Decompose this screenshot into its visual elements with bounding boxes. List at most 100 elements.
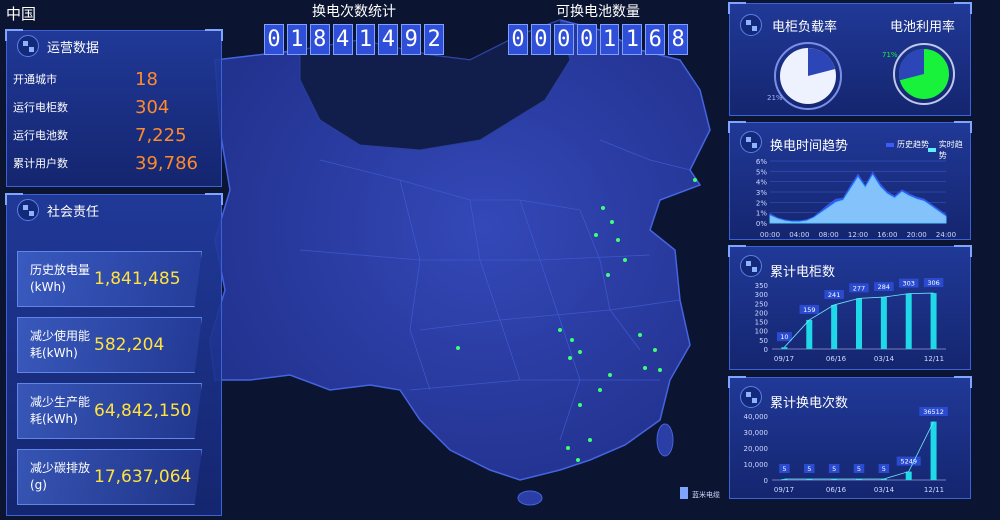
station-dot[interactable] [578,403,582,407]
cabinets-xtick: 12/11 [924,355,944,363]
cabinets-ytick: 50 [759,337,768,345]
map-taiwan [656,423,674,457]
cabinets-ytick: 250 [755,300,768,308]
station-dot[interactable] [623,258,627,262]
cabinets-bar[interactable] [831,304,838,349]
operations-row: 开通城市 18 [7,65,221,93]
station-dot[interactable] [578,350,582,354]
operations-row-label: 运行电池数 [13,129,68,142]
swaps-digit: 8 [309,24,330,55]
cabinets-ytick: 150 [755,319,768,327]
social-item-value: 582,204 [94,335,165,355]
social-item-label: 减少使用能耗(kWh) [30,329,91,360]
social-item-label: 减少生产能耗(kWh) [30,395,91,426]
cabinets-ytick: 200 [755,309,768,317]
swaps-digit: 9 [401,24,422,55]
cabinets-bar[interactable] [806,319,813,349]
operations-row: 运行电柜数 304 [7,93,221,121]
cabinets-data-label: 303 [903,280,915,288]
swaps-digit: 1 [355,24,376,55]
swaps-ytick: 10,000 [744,461,769,469]
cabinets-data-label: 306 [927,279,939,287]
trend-xtick: 16:00 [877,231,897,239]
station-dot[interactable] [616,238,620,242]
station-dot[interactable] [576,458,580,462]
trend-ytick: 4% [756,179,767,187]
swaps-data-label: 5249 [900,458,917,466]
swaps-digit: 4 [378,24,399,55]
swaps-bar[interactable] [905,471,912,480]
cabinets-bar[interactable] [781,347,788,349]
operations-row: 累计用户数 39,786 [7,149,221,177]
trend-panel: 换电时间趋势 历史趋势 实时趋势 6% 5% 4% 3% 2% 1% 0% 00:00 04:0… [728,121,972,240]
map-hainan [517,490,543,506]
cabinet-load-gauge[interactable] [774,42,842,110]
station-dot[interactable] [588,438,592,442]
trend-xtick: 08:00 [819,231,839,239]
trend-ytick: 3% [756,189,767,197]
station-dot[interactable] [643,366,647,370]
cabinets-xtick: 06/16 [826,355,847,363]
station-dot[interactable] [558,328,562,332]
operations-title: 运营数据 [47,40,100,56]
swaps-ytick: 30,000 [744,429,769,437]
swaps-chart[interactable]: 40,000 30,000 20,000 10,000 0 09/17 06/16 03/14… [730,378,970,498]
station-dot[interactable] [570,338,574,342]
cabinet-load-label: 21% [767,94,783,102]
cabinets-xtick: 09/17 [774,355,794,363]
station-dot[interactable] [601,206,605,210]
cabinets-chart[interactable]: 350300250200 150100500 09/17 06/16 03/14 12/1… [730,247,970,369]
station-dot[interactable] [610,220,614,224]
swaps-data-label: 5 [882,465,886,473]
swaps-bar[interactable] [930,421,937,480]
operations-row: 运行电池数 7,225 [7,121,221,149]
battery-count-counter: 可换电池数量 00001168 [508,1,688,55]
trend-xtick: 00:00 [760,231,780,239]
swaps-xtick: 12/11 [924,486,944,494]
battery-count-title: 可换电池数量 [556,4,640,20]
batteries-digit: 0 [508,24,528,55]
social-item-value: 64,842,150 [94,401,192,421]
swaps-data-label: 5 [782,465,786,473]
station-dot[interactable] [653,348,657,352]
cabinets-bar[interactable] [880,297,887,349]
social-item: 减少使用能耗(kWh) 582,204 [17,317,202,373]
social-item-label: 减少碳排放(g) [30,461,91,492]
station-dot[interactable] [608,373,612,377]
swaps-panel: 累计换电次数 40,000 30,000 20,000 10,000 0 09/17 06/… [728,376,972,499]
trend-ytick: 0% [756,220,767,228]
batteries-digit: 1 [622,24,643,55]
swaps-digit: 0 [264,24,284,55]
social-panel: 社会责任 历史放电量(kWh) 1,841,485 减少使用能耗(kWh) 582,2… [5,193,223,516]
battery-usage-label: 71% [882,51,898,59]
operations-row-label: 累计用户数 [13,157,68,170]
cabinets-bar[interactable] [905,293,912,349]
station-dot[interactable] [606,273,610,277]
rates-panel: 电柜负载率 电池利用率 21% 71% [728,2,972,116]
swaps-data-label: 5 [857,465,861,473]
cabinets-ytick: 0 [764,346,768,354]
cabinets-bar[interactable] [856,298,862,349]
map-logo-text: 蓝米电缆 [692,490,720,499]
operations-row-value: 7,225 [135,124,187,146]
cabinets-bar[interactable] [930,293,937,349]
operations-row-value: 304 [135,96,170,118]
battery-usage-gauge[interactable] [893,43,955,105]
station-dot[interactable] [456,346,460,350]
station-dot[interactable] [568,356,572,360]
station-dot[interactable] [638,333,642,337]
swaps-data-label: 5 [807,465,811,473]
trend-chart[interactable]: 6% 5% 4% 3% 2% 1% 0% 00:00 04:00 08:00 12:00 16:00 2… [730,123,970,239]
region-label[interactable]: 中国 [6,3,36,24]
station-dot[interactable] [598,388,602,392]
trend-xtick: 04:00 [789,231,809,239]
station-dot[interactable] [693,178,697,182]
station-dot[interactable] [594,233,598,237]
social-icon [17,199,39,221]
batteries-digit: 0 [553,24,574,55]
rate-gauges: 21% 71% [767,42,955,110]
swaps-digit: 1 [286,24,307,55]
station-dot[interactable] [658,368,662,372]
station-dot[interactable] [566,446,570,450]
social-item-value: 17,637,064 [94,467,192,487]
